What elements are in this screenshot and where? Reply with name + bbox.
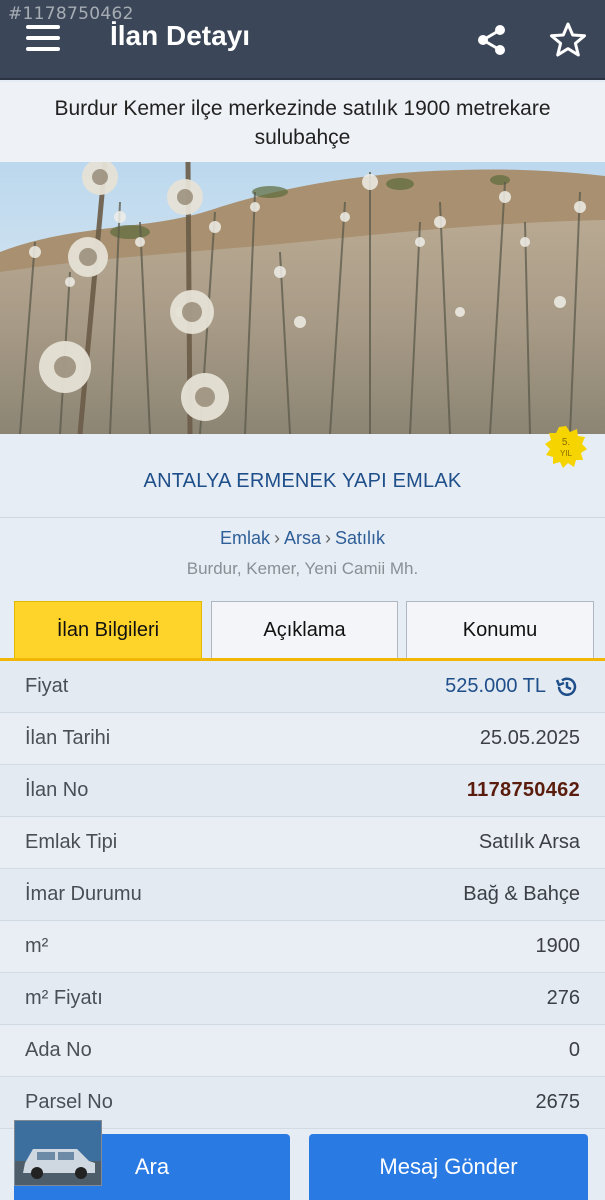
breadcrumb: Emlak › Arsa › Satılık (0, 528, 605, 549)
chevron-right-icon: › (325, 528, 331, 548)
listing-headline: Burdur Kemer ilçe merkezinde satılık 190… (0, 82, 605, 162)
table-row-m2-fiyati: m² Fiyatı 276 (0, 973, 605, 1025)
price-value[interactable]: 525.000 TL (445, 674, 580, 700)
row-value: 1900 (535, 935, 581, 957)
row-value: 525.000 TL (445, 675, 546, 697)
table-row-emlak-tipi: Emlak Tipi Satılık Arsa (0, 817, 605, 869)
membership-badge: 5. YIL (543, 424, 589, 470)
row-value: Satılık Arsa (478, 831, 580, 853)
row-label: Fiyat (25, 675, 69, 697)
chevron-right-icon: › (273, 528, 280, 548)
row-label: Parsel No (25, 1091, 113, 1113)
car-thumbnail-image (14, 1120, 102, 1186)
row-label: İmar Durumu (25, 883, 142, 905)
row-label: Emlak Tipi (25, 831, 118, 853)
price-history-icon[interactable] (554, 674, 580, 700)
row-label: İlan No (25, 779, 89, 801)
send-message-button[interactable]: Mesaj Gönder (309, 1134, 588, 1200)
hamburger-icon[interactable] (26, 25, 60, 53)
breadcrumb-item-satilik[interactable]: Satılık (335, 528, 385, 548)
row-label: m² (25, 935, 49, 957)
store-name-link[interactable]: ANTALYA ERMENEK YAPI EMLAK (0, 470, 605, 493)
row-value: 25.05.2025 (479, 727, 580, 749)
svg-text:YIL: YIL (560, 449, 573, 458)
row-value: 276 (546, 987, 580, 1009)
svg-text:5.: 5. (562, 437, 570, 448)
table-row-imar-durumu: İmar Durumu Bağ & Bahçe (0, 869, 605, 921)
details-table: Fiyat 525.000 TL İlan Tarihi 25.05.2025 … (0, 661, 605, 1129)
watermark: #1178750462 (8, 4, 134, 24)
star-icon[interactable] (548, 20, 588, 60)
table-row-ilan-tarihi: İlan Tarihi 25.05.2025 (0, 713, 605, 765)
share-icon[interactable] (474, 22, 510, 58)
table-row-m2: m² 1900 (0, 921, 605, 973)
row-value: 0 (568, 1039, 580, 1061)
tab-ilan-bilgileri[interactable]: İlan Bilgileri (14, 601, 202, 659)
table-row-fiyat: Fiyat 525.000 TL (0, 661, 605, 713)
row-value: 1178750462 (466, 779, 580, 801)
row-label: Ada No (25, 1039, 92, 1061)
breadcrumb-item-emlak[interactable]: Emlak (220, 528, 270, 548)
tab-konumu[interactable]: Konumu (406, 601, 594, 659)
row-value: 2675 (535, 1091, 581, 1113)
location-text: Burdur, Kemer, Yeni Camii Mh. (186, 559, 419, 578)
table-row-ilan-no: İlan No 1178750462 (0, 765, 605, 817)
listing-photo[interactable] (0, 162, 605, 434)
row-label: İlan Tarihi (25, 727, 111, 749)
tab-aciklama[interactable]: Açıklama (211, 601, 398, 659)
table-row-ada-no: Ada No 0 (0, 1025, 605, 1077)
row-value: Bağ & Bahçe (463, 883, 580, 905)
breadcrumb-item-arsa[interactable]: Arsa (284, 528, 321, 548)
page-title: İlan Detayı (110, 20, 251, 51)
divider (0, 517, 605, 518)
row-label: m² Fiyatı (25, 987, 103, 1009)
